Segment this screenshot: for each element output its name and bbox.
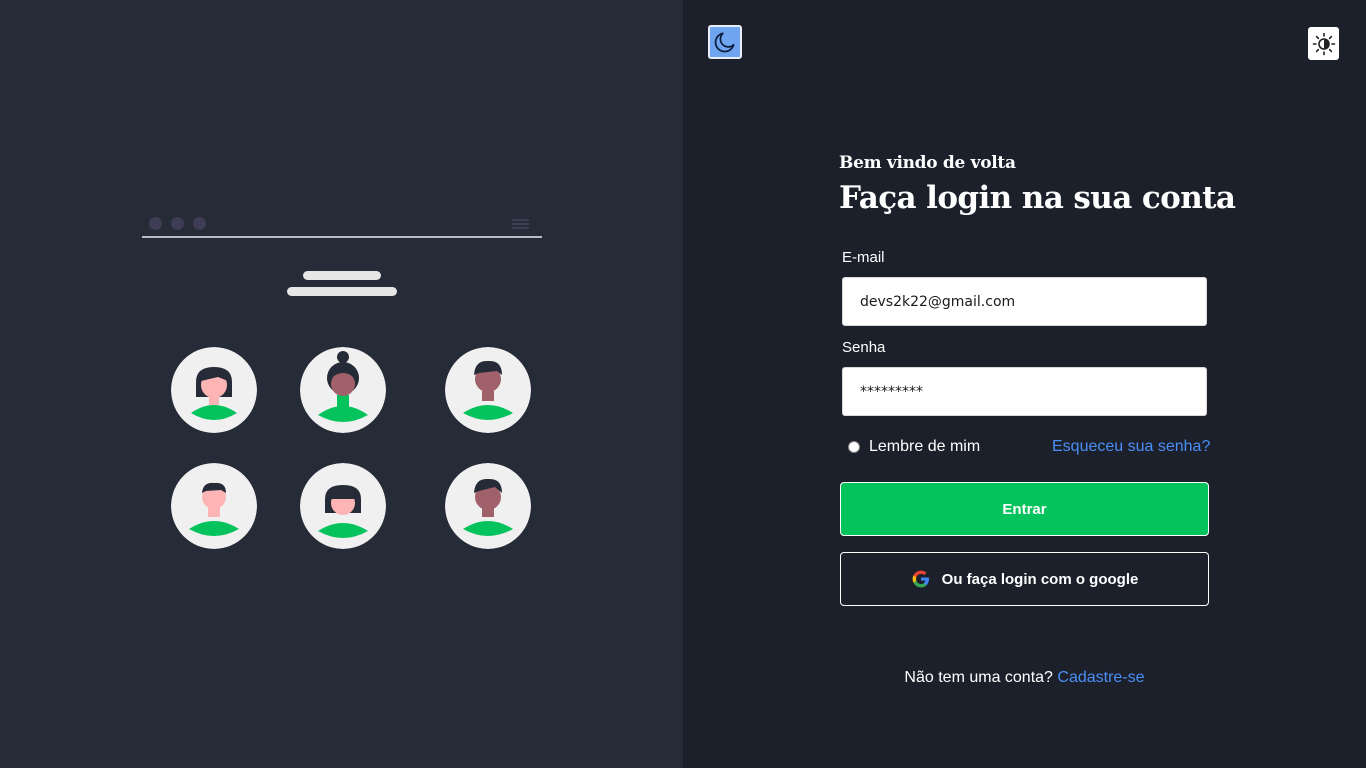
- page-title: Faça login na sua conta: [839, 180, 1236, 216]
- placeholder-line: [303, 271, 381, 280]
- remember-me-label: Lembre de mim: [869, 438, 981, 455]
- sun-icon: [1312, 32, 1335, 55]
- signup-text: Não tem uma conta?: [904, 669, 1053, 686]
- placeholder-line: [287, 287, 397, 296]
- avatar-icon: [445, 463, 531, 549]
- window-dot: [149, 217, 162, 230]
- illustration-panel: [0, 0, 683, 768]
- avatar-icon: [171, 463, 257, 549]
- google-icon: [912, 570, 929, 588]
- browser-divider: [142, 236, 542, 238]
- avatar-icon: [300, 347, 386, 433]
- window-dot: [171, 217, 184, 230]
- signup-link[interactable]: Cadastre-se: [1057, 669, 1144, 686]
- avatar-icon: [171, 347, 257, 433]
- google-login-button[interactable]: Ou faça login com o google: [840, 552, 1209, 606]
- welcome-text: Bem vindo de volta: [839, 153, 1016, 173]
- menu-icon: [512, 219, 529, 231]
- login-panel: Bem vindo de volta Faça login na sua con…: [683, 0, 1366, 768]
- light-mode-toggle[interactable]: [1308, 27, 1339, 60]
- google-login-label: Ou faça login com o google: [941, 570, 1139, 588]
- remember-me[interactable]: Lembre de mim: [848, 438, 980, 456]
- password-label: Senha: [842, 339, 886, 356]
- window-dot: [193, 217, 206, 230]
- login-button[interactable]: Entrar: [840, 482, 1209, 536]
- email-field[interactable]: devs2k22@gmail.com: [842, 277, 1207, 326]
- avatar-icon: [445, 347, 531, 433]
- signup-prompt: Não tem uma conta? Cadastre-se: [683, 669, 1366, 687]
- dark-mode-toggle[interactable]: [708, 25, 742, 59]
- forgot-password-link[interactable]: Esqueceu sua senha?: [1052, 438, 1210, 456]
- email-label: E-mail: [842, 249, 885, 266]
- moon-icon: [714, 32, 735, 53]
- remember-me-checkbox[interactable]: [848, 441, 860, 453]
- password-field[interactable]: *********: [842, 367, 1207, 416]
- avatar-icon: [300, 463, 386, 549]
